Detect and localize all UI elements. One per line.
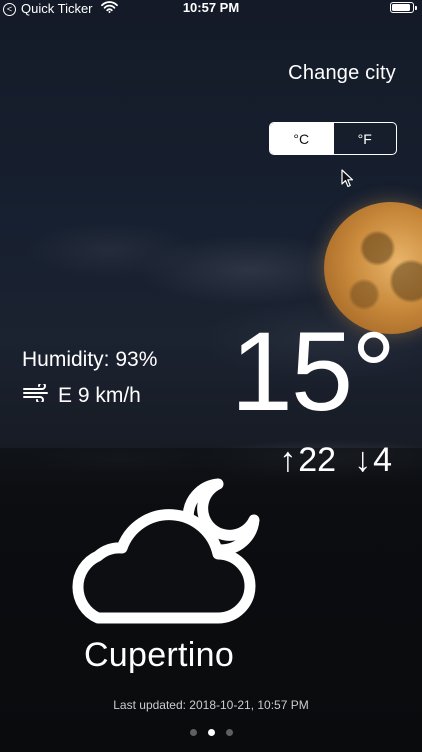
current-temperature: 15° — [230, 309, 396, 434]
wind-info: E 9 km/h — [22, 382, 141, 408]
page-indicator[interactable] — [0, 729, 422, 736]
mouse-pointer-icon — [341, 169, 355, 194]
up-arrow-icon: ↑ — [279, 441, 297, 479]
battery-level — [392, 4, 410, 11]
page-dot[interactable] — [225, 729, 233, 736]
page-dot[interactable] — [189, 729, 197, 736]
city-name: Cupertino — [83, 636, 235, 674]
wind-icon — [22, 382, 50, 408]
celsius-segment[interactable]: °C — [270, 123, 333, 154]
low-temperature: ↓4 — [354, 438, 392, 482]
page-dot[interactable] — [207, 729, 215, 736]
status-time: 10:57 PM — [182, 0, 240, 15]
wind-label: E 9 km/h — [58, 384, 141, 407]
low-temperature-value: 4 — [373, 441, 392, 479]
high-temperature: ↑22 — [279, 438, 336, 482]
cloud-moon-icon — [58, 476, 262, 635]
change-city-button[interactable]: Change city — [288, 62, 396, 85]
unit-segmented-control[interactable]: °C °F — [269, 122, 397, 155]
high-low-temperature: ↑22 ↓4 — [279, 438, 392, 482]
down-arrow-icon: ↓ — [354, 441, 372, 479]
last-updated-label: Last updated: 2018-10-21, 10:57 PM — [113, 698, 309, 712]
fahrenheit-segment[interactable]: °F — [332, 123, 397, 154]
weather-screen: < Quick Ticker 10:57 PM Change city °C °… — [0, 0, 422, 752]
battery-icon — [390, 2, 417, 13]
status-bar: < Quick Ticker 10:57 PM — [0, 0, 422, 16]
high-temperature-value: 22 — [298, 441, 337, 479]
humidity-label: Humidity: 93% — [22, 348, 158, 371]
